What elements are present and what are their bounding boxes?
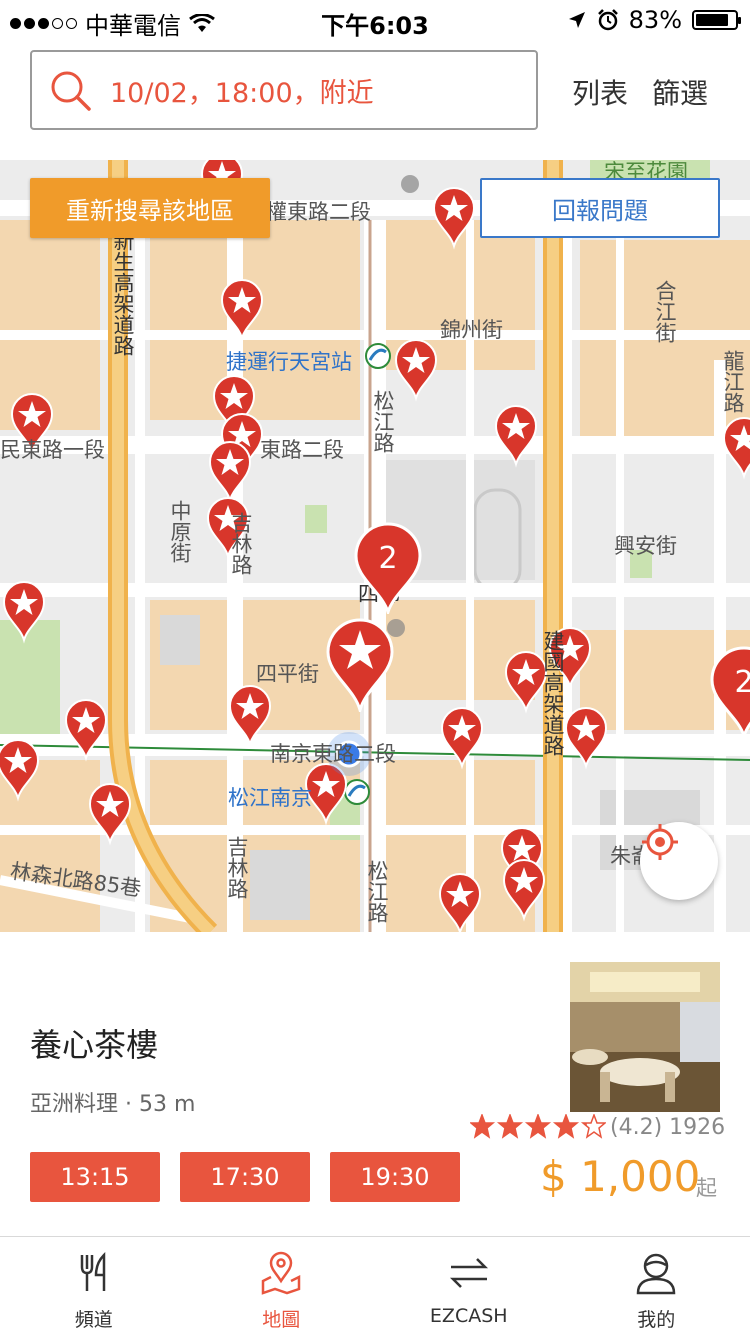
price-suffix: 起 <box>696 1172 717 1202</box>
map-label-road: 民東路一段 <box>0 434 105 464</box>
map-label-road: 吉林路 <box>222 836 252 899</box>
map-view[interactable]: 權東路二段 錦州街 捷運行天宮站 東路二段 民東路一段 松江路 中原街 吉林路 … <box>0 160 750 932</box>
list-view-button[interactable]: 列表 <box>572 72 628 112</box>
cluster-pin[interactable]: 2 <box>708 646 750 738</box>
cluster-count: 2 <box>734 665 750 700</box>
time-slot-button[interactable]: 17:30 <box>180 1152 310 1202</box>
map-label-road: 四平街 <box>256 658 319 688</box>
research-area-button[interactable]: 重新搜尋該地區 <box>30 178 270 238</box>
battery-percent: 83% <box>629 6 682 34</box>
search-icon <box>48 68 92 112</box>
tab-bar: 頻道 地圖 EZCASH 我的 <box>0 1236 750 1335</box>
tab-profile[interactable]: 我的 <box>563 1237 750 1335</box>
map-label-road: 錦州街 <box>440 314 503 344</box>
restaurant-card[interactable]: 養心茶樓 亞洲料理 · 53 m (4.2) 1926 13:15 17:30 … <box>0 932 750 1234</box>
rating-text: (4.2) 1926 <box>610 1115 725 1140</box>
status-right: 83% <box>567 6 738 34</box>
map-label-road: 權東路二段 <box>266 196 371 226</box>
tab-ezcash[interactable]: EZCASH <box>375 1237 563 1335</box>
restaurant-distance: 53 m <box>139 1092 195 1117</box>
map-label-road: 松江路 <box>368 390 398 453</box>
status-bar: 中華電信 下午6:03 83% <box>0 0 750 40</box>
battery-icon <box>692 10 738 30</box>
tab-label: EZCASH <box>430 1305 508 1327</box>
mrt-station-icon <box>345 780 369 804</box>
time-slot-button[interactable]: 19:30 <box>330 1152 460 1202</box>
map-label-road: 中原街 <box>165 500 195 563</box>
map-label-station: 捷運行天宮站 <box>226 346 352 376</box>
selected-restaurant-pin[interactable] <box>324 616 396 712</box>
report-issue-button[interactable]: 回報問題 <box>480 178 720 238</box>
tab-label: 我的 <box>637 1305 675 1332</box>
time-slot-button[interactable]: 13:15 <box>30 1152 160 1202</box>
map-label-road: 松江路 <box>362 860 392 923</box>
map-pin-icon <box>259 1251 303 1295</box>
fork-knife-icon <box>72 1251 116 1295</box>
map-label-road: 合江街 <box>650 280 680 343</box>
map-label-road: 東路二段 <box>260 434 344 464</box>
cluster-pin[interactable]: 2 <box>352 522 424 614</box>
map-label-road: 龍江路 <box>718 350 748 413</box>
alarm-icon <box>597 9 619 31</box>
locate-me-button[interactable] <box>640 822 718 900</box>
cluster-count: 2 <box>378 541 397 576</box>
search-bar[interactable]: 10/02，18:00，附近 <box>30 50 538 130</box>
map-label-station: 松江南京 <box>228 782 312 812</box>
map-label-road: 興安街 <box>614 530 677 560</box>
user-icon <box>634 1251 678 1295</box>
restaurant-meta: 亞洲料理 · 53 m <box>30 1086 195 1118</box>
rating: (4.2) 1926 <box>470 1114 725 1140</box>
search-query: 10/02，18:00，附近 <box>110 71 374 110</box>
restaurant-name: 養心茶樓 <box>30 1020 158 1066</box>
mrt-station-icon <box>366 344 390 368</box>
restaurant-photo[interactable] <box>570 962 720 1112</box>
price: $ 1,000 <box>540 1152 700 1201</box>
map-label-highway: 建國高架道路 <box>538 630 568 756</box>
restaurant-category: 亞洲料理 <box>30 1092 118 1117</box>
tab-map[interactable]: 地圖 <box>188 1237 376 1335</box>
tab-channel[interactable]: 頻道 <box>0 1237 188 1335</box>
map-label-highway: 新生高架道路 <box>108 230 138 356</box>
tab-label: 地圖 <box>262 1305 300 1332</box>
location-arrow-icon <box>567 10 587 30</box>
exchange-arrows-icon <box>447 1251 491 1295</box>
tab-label: 頻道 <box>75 1305 113 1332</box>
filter-button[interactable]: 篩選 <box>652 72 708 112</box>
crosshair-icon <box>640 822 680 862</box>
star-icon <box>583 1115 605 1137</box>
star-rating-icon <box>470 1114 606 1140</box>
restaurant-photo-image <box>570 962 720 1112</box>
map-label-road: 南京東路二段 <box>270 738 396 768</box>
map-label-road: 吉林路 <box>226 512 256 575</box>
